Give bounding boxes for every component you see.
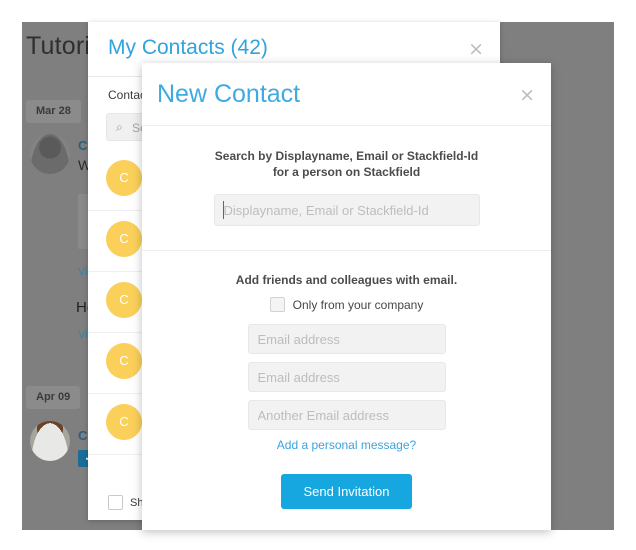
my-contacts-title: My Contacts (42) <box>108 36 268 59</box>
avatar: C <box>106 160 142 196</box>
avatar <box>30 421 70 461</box>
close-icon[interactable]: × <box>468 40 484 59</box>
checkbox-icon[interactable] <box>108 495 123 510</box>
email-field-2-wrapper <box>247 362 446 392</box>
send-invitation-button[interactable]: Send Invitation <box>281 474 412 509</box>
search-hint: Search by Displayname, Email or Stackfie… <box>142 148 551 180</box>
text-cursor-icon <box>222 201 224 219</box>
tab-contacts[interactable]: Contac <box>108 88 146 102</box>
checkbox-icon[interactable] <box>269 297 285 312</box>
new-contact-title: New Contact <box>157 80 301 108</box>
avatar: C <box>106 221 142 257</box>
search-input-wrapper <box>213 194 480 226</box>
only-from-company-checkbox[interactable]: Only from your company <box>269 297 424 312</box>
search-person-input[interactable] <box>213 194 480 226</box>
date-chip-mar-28: Mar 28 <box>26 100 81 123</box>
email-field-1-wrapper <box>247 324 446 354</box>
email-field-1[interactable] <box>247 324 446 354</box>
avatar <box>30 134 70 174</box>
avatar: C <box>106 343 142 379</box>
avatar: C <box>106 404 142 440</box>
email-field-3-wrapper <box>247 400 446 430</box>
contacts-footer-checkbox[interactable]: Sh <box>108 495 143 510</box>
invite-by-email-section: Add friends and colleagues with email. O… <box>142 251 551 509</box>
new-contact-header: New Contact × <box>142 63 551 126</box>
search-hint-line-2: for a person on Stackfield <box>272 165 421 179</box>
email-field-3[interactable] <box>247 400 446 430</box>
only-from-company-label: Only from your company <box>292 297 424 312</box>
date-chip-apr-09: Apr 09 <box>26 386 81 409</box>
close-icon[interactable]: × <box>519 86 535 105</box>
add-personal-message-link[interactable]: Add a personal message? <box>142 438 551 452</box>
email-section-title: Add friends and colleagues with email. <box>235 273 458 287</box>
screenshot-canvas: Tutorial Mar 28 Ch We Vie Ho Vie Apr 09 … <box>0 0 636 550</box>
search-person-section: Search by Displayname, Email or Stackfie… <box>142 126 551 251</box>
search-hint-line-1: Search by Displayname, Email or Stackfie… <box>214 149 479 163</box>
search-icon: ⌕ <box>116 120 123 134</box>
new-contact-dialog: New Contact × Search by Displayname, Ema… <box>142 63 551 530</box>
email-field-2[interactable] <box>247 362 446 392</box>
avatar: C <box>106 282 142 318</box>
